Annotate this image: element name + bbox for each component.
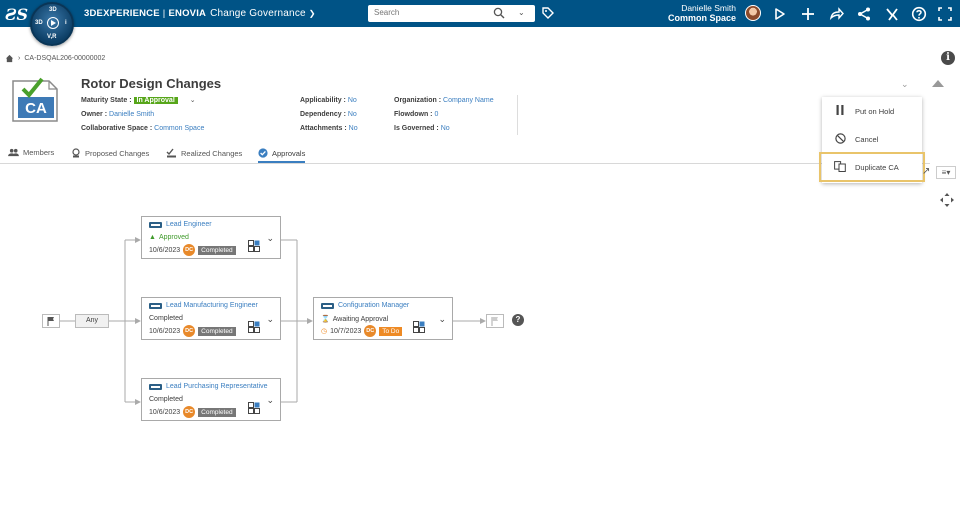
- approval-node-configuration-manager[interactable]: Configuration Manager ⌛ Awaiting Approval…: [313, 297, 453, 340]
- help-icon[interactable]: ?: [512, 314, 524, 326]
- role-icon: [321, 302, 334, 309]
- status-badge: Completed: [198, 245, 236, 255]
- role-name[interactable]: Lead Engineer: [166, 221, 212, 228]
- flow-connectors: [60, 237, 486, 405]
- status-badge: Completed: [198, 326, 236, 336]
- approval-date: 10/6/2023: [149, 408, 181, 416]
- clock-icon: ◷: [321, 328, 328, 335]
- chevron-down-icon[interactable]: ⌄: [438, 314, 446, 325]
- approval-status: Approved: [158, 234, 189, 241]
- chevron-down-icon[interactable]: ⌄: [266, 314, 274, 325]
- approval-node-lead-engineer[interactable]: Lead Engineer ▲ Approved 10/6/2023 DC Compl…: [141, 216, 281, 259]
- task-grid-icon[interactable]: [248, 402, 260, 414]
- chevron-down-icon[interactable]: ⌄: [266, 395, 274, 406]
- role-icon: [149, 383, 162, 390]
- chevron-down-icon[interactable]: ⌄: [266, 233, 274, 244]
- flag-icon: [47, 317, 54, 326]
- avatar[interactable]: DC: [364, 325, 377, 337]
- approval-node-lead-purchasing-representative[interactable]: Lead Purchasing Representative Completed…: [141, 378, 281, 421]
- end-node[interactable]: [486, 314, 504, 328]
- approval-date: 10/7/2023: [330, 327, 362, 335]
- approval-status: Awaiting Approval: [332, 315, 389, 323]
- avatar[interactable]: DC: [183, 244, 196, 256]
- avatar[interactable]: DC: [183, 406, 196, 418]
- role-name[interactable]: Lead Purchasing Representative: [166, 383, 268, 390]
- task-grid-icon[interactable]: [248, 321, 260, 333]
- role-icon: [149, 302, 162, 309]
- approval-status: Completed: [149, 315, 183, 322]
- flag-icon: [491, 317, 498, 326]
- task-grid-icon[interactable]: [413, 321, 425, 333]
- avatar[interactable]: DC: [183, 325, 196, 337]
- hourglass-icon: ⌛: [321, 316, 330, 323]
- role-icon: [149, 221, 162, 228]
- role-name[interactable]: Lead Manufacturing Engineer: [166, 302, 258, 309]
- role-name[interactable]: Configuration Manager: [338, 302, 409, 309]
- approval-node-lead-manufacturing-engineer[interactable]: Lead Manufacturing Engineer Completed 10…: [141, 297, 281, 340]
- any-node[interactable]: Any: [75, 314, 109, 328]
- task-grid-icon[interactable]: [248, 240, 260, 252]
- thumbs-up-icon: ▲: [149, 234, 156, 241]
- start-node[interactable]: [42, 314, 60, 328]
- status-badge: Completed: [198, 407, 236, 417]
- approval-date: 10/6/2023: [149, 246, 181, 254]
- approval-status: Completed: [149, 396, 183, 403]
- approval-date: 10/6/2023: [149, 327, 181, 335]
- status-badge: To Do: [379, 326, 403, 336]
